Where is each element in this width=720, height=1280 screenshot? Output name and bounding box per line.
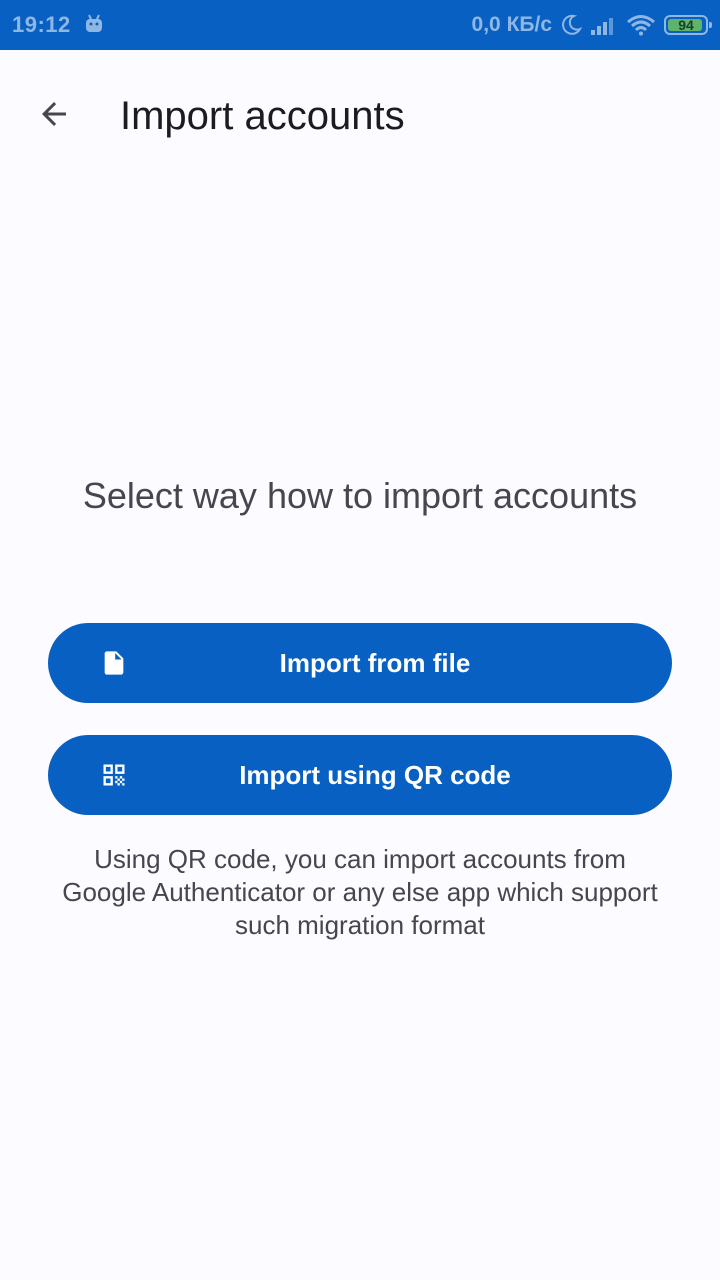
import-using-qr-label: Import using QR code: [239, 759, 511, 790]
battery-icon: 94: [664, 15, 712, 35]
import-heading: Select way how to import accounts: [82, 475, 638, 516]
page-title: Import accounts: [120, 94, 405, 138]
qr-code-icon: [103, 764, 125, 786]
battery-cap: [709, 22, 712, 28]
network-speed: 0,0 КБ/с: [471, 13, 552, 36]
import-accounts-screen: 19:12 0,0 КБ/с 94 Import accounts Select…: [0, 0, 720, 1280]
import-from-file-label: Import from file: [279, 647, 471, 678]
status-bar: 19:12 0,0 КБ/с 94: [0, 0, 720, 50]
file-icon: [104, 651, 124, 675]
import-using-qr-button[interactable]: Import using QR code: [48, 735, 672, 815]
status-time: 19:12: [12, 12, 71, 37]
android-notification-icon: [86, 14, 102, 32]
qr-import-hint: Using QR code, you can import accounts f…: [62, 844, 658, 940]
back-button[interactable]: [26, 86, 82, 142]
moon-icon: [562, 14, 582, 35]
arrow-back-icon: [42, 102, 66, 126]
status-icons: 0,0 КБ/с 94: [471, 10, 712, 40]
battery-level: 94: [678, 17, 694, 33]
import-from-file-button[interactable]: Import from file: [48, 623, 672, 703]
wifi-icon: [627, 15, 655, 36]
signal-icon: [591, 18, 613, 35]
